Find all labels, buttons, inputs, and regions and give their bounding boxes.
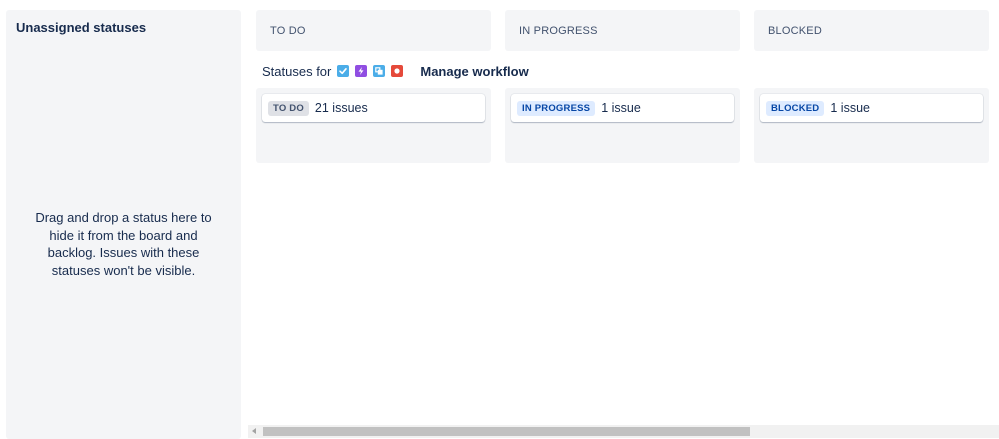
scroll-left-arrow-icon[interactable] <box>252 428 256 434</box>
manage-workflow-link[interactable]: Manage workflow <box>420 64 528 79</box>
column-body-blocked[interactable]: BLOCKED 1 issue <box>754 88 989 163</box>
status-lozenge: IN PROGRESS <box>517 100 596 116</box>
statuses-for-label: Statuses for <box>262 63 332 79</box>
column-header-blocked[interactable]: BLOCKED <box>754 10 989 51</box>
epic-icon <box>355 65 368 77</box>
issue-count: 1 issue <box>830 101 870 115</box>
column-body-in-progress[interactable]: IN PROGRESS 1 issue <box>505 88 740 163</box>
column-header-todo[interactable]: TO DO <box>256 10 491 51</box>
statuses-for-bar: Statuses for Manage workflow <box>262 62 529 80</box>
status-lozenge: BLOCKED <box>766 100 825 116</box>
column-header-in-progress[interactable]: IN PROGRESS <box>505 10 740 51</box>
unassigned-drop-hint: Drag and drop a status here to hide it f… <box>35 210 212 278</box>
task-icon <box>337 65 350 77</box>
unassigned-statuses-title: Unassigned statuses <box>16 20 147 35</box>
scrollbar-thumb[interactable] <box>263 427 750 436</box>
status-card-blocked[interactable]: BLOCKED 1 issue <box>760 94 983 122</box>
status-card-todo[interactable]: TO DO 21 issues <box>262 94 485 122</box>
subtask-icon <box>373 65 386 77</box>
bug-icon <box>391 65 404 77</box>
issue-count: 21 issues <box>314 101 368 115</box>
horizontal-scrollbar[interactable] <box>248 425 999 438</box>
issue-count: 1 issue <box>601 101 641 115</box>
status-card-in-progress[interactable]: IN PROGRESS 1 issue <box>511 94 734 122</box>
unassigned-statuses-panel[interactable]: Unassigned statuses Drag and drop a stat… <box>6 10 241 439</box>
column-body-todo[interactable]: TO DO 21 issues <box>256 88 491 163</box>
status-lozenge: TO DO <box>268 100 309 116</box>
